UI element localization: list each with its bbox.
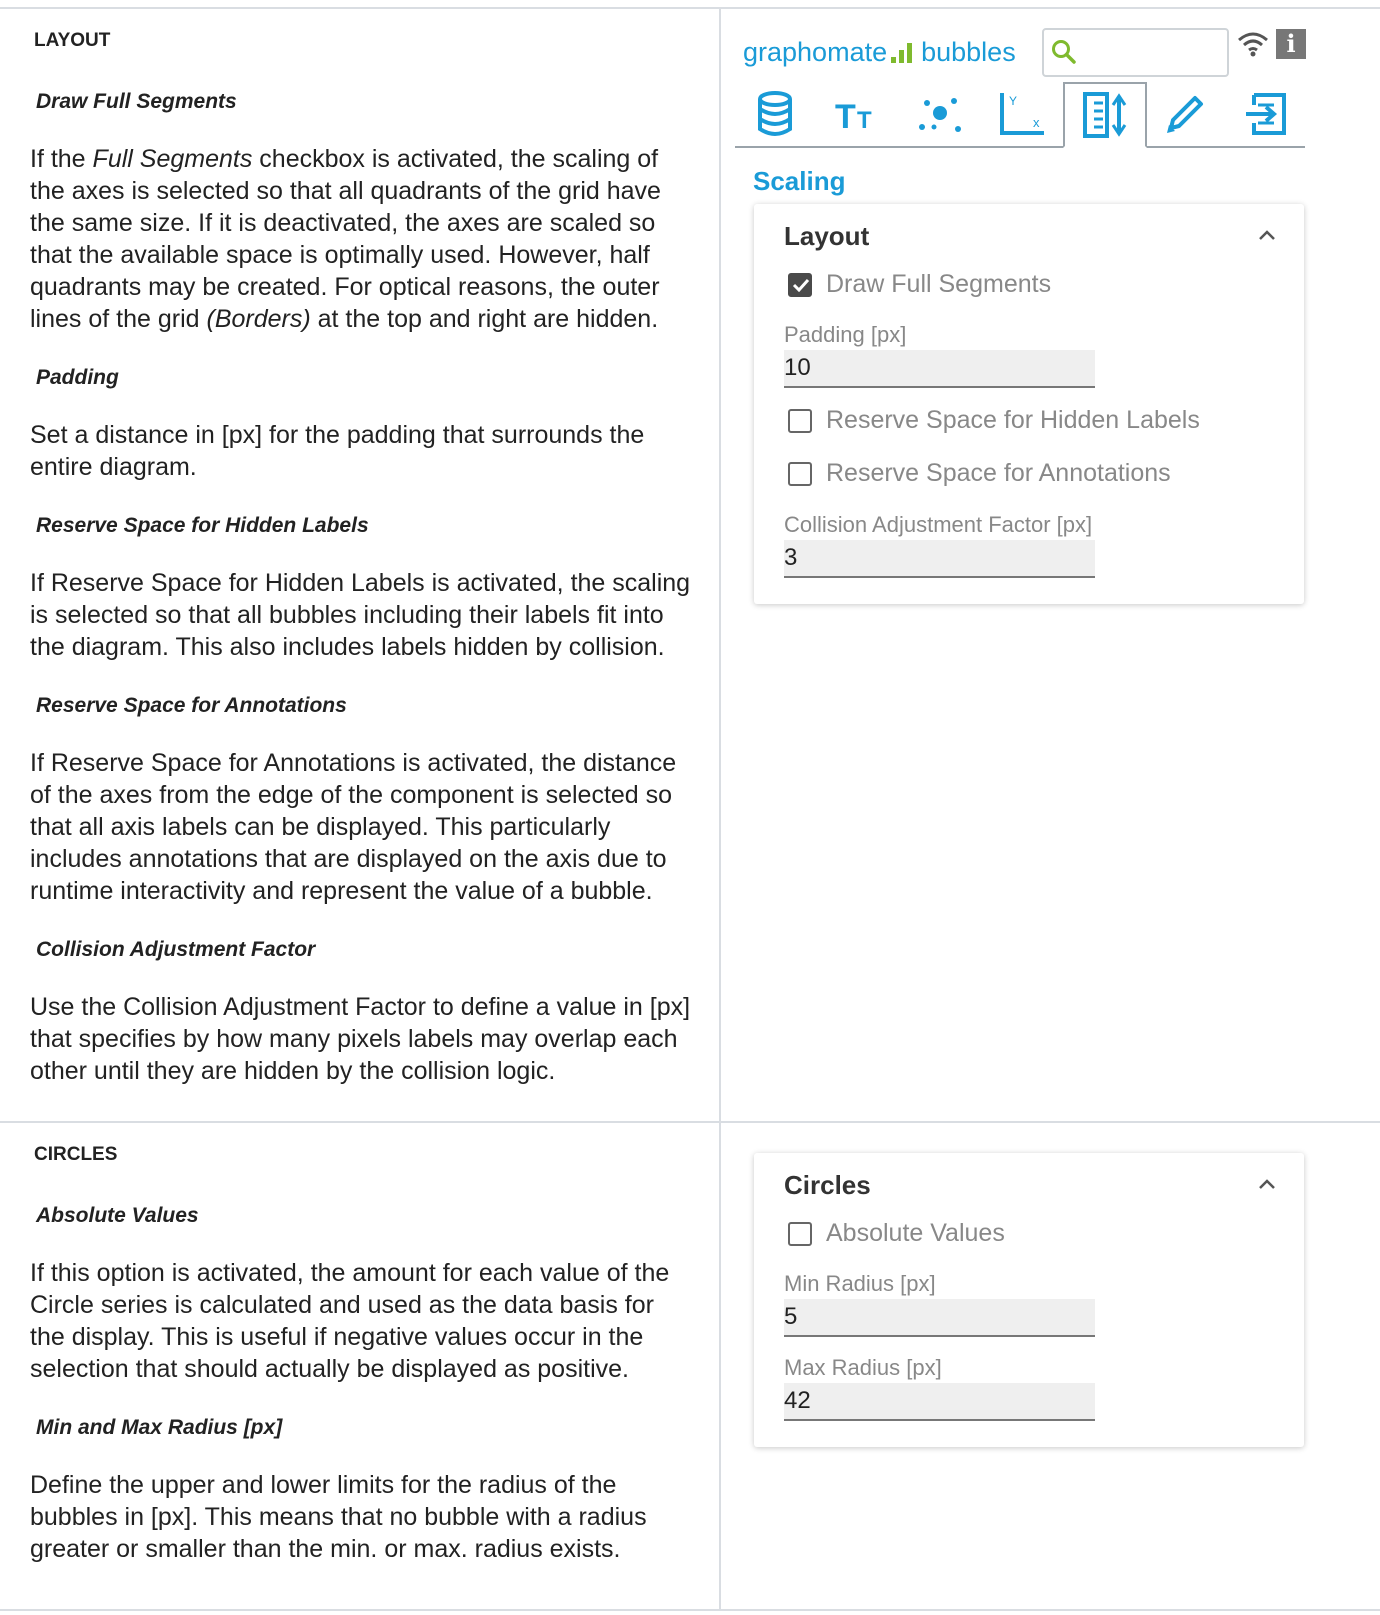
body-text: If the [30,145,93,173]
circles-text-content: CIRCLES Absolute Values If this option is… [0,1123,719,1577]
tab-export[interactable] [1227,84,1307,144]
absolute-values-checkbox[interactable]: Absolute Values [788,1219,1005,1248]
body-text: at the top and right are hidden. [310,305,659,333]
layout-text-content: LAYOUT Draw Full Segments If the Full Seg… [0,9,719,1099]
data-icon [758,91,792,136]
documentation-table: LAYOUT Draw Full Segments If the Full Seg… [0,7,1380,1611]
body-text: Define the upper and lower limits for th… [30,1471,647,1563]
wifi-icon[interactable] [1237,31,1269,57]
panel-toolbar: graphomate bubbles i T T Y x [721,9,1380,149]
circles-panel-cell: Circles Absolute Values Min Radius [px] … [719,1121,1380,1611]
tab-bar: TT Yx [735,82,1307,148]
layout-card: Layout Draw Full Segments Padding [px] 1… [754,204,1304,604]
max-radius-input[interactable]: 42 [784,1383,1095,1421]
svg-text:T: T [857,107,872,134]
max-radius-label: Max Radius [px] [784,1355,942,1380]
option-description: Define the upper and lower limits for th… [30,1469,695,1565]
checkbox-unchecked[interactable] [788,462,812,486]
body-text: Set a distance in [px] for the padding t… [30,421,645,481]
layout-panel-cell: graphomate bubbles i T T Y x Scaling Lay… [719,7,1380,1123]
option-title: Collision Adjustment Factor [36,938,316,961]
option-description: If this option is activated, the amount … [30,1257,695,1385]
reserve-hidden-labels-checkbox[interactable]: Reserve Space for Hidden Labels [788,406,1200,435]
option-title: Padding [36,366,119,389]
emphasis-text: Full Segments [92,145,253,173]
svg-text:T: T [835,98,856,134]
min-radius-label: Min Radius [px] [784,1271,936,1296]
pencil-icon [1167,96,1203,133]
brand-logo: graphomate bubbles [743,37,1016,68]
checkbox-unchecked[interactable] [788,1222,812,1246]
tab-axes[interactable]: Yx [981,84,1061,144]
option-description: If Reserve Space for Annotations is acti… [30,747,695,907]
bars-logo-icon [891,43,917,63]
option-title: Min and Max Radius [px] [36,1416,283,1439]
tab-bubbles[interactable] [899,84,979,144]
section-title-layout: LAYOUT [34,30,111,51]
layout-row: LAYOUT Draw Full Segments If the Full Seg… [0,7,1380,1123]
scaling-title: Scaling [753,166,846,196]
body-text: If this option is activated, the amount … [30,1259,670,1383]
section-title-circles: CIRCLES [34,1144,118,1165]
brand-product: bubbles [921,37,1016,67]
info-icon[interactable]: i [1276,29,1306,59]
bubbles-icon [919,98,961,132]
chevron-up-icon[interactable] [1258,229,1276,241]
padding-input[interactable]: 10 [784,350,1095,388]
layout-card-title: Layout [784,221,870,251]
option-description: Use the Collision Adjustment Factor to d… [30,991,695,1087]
circles-card-title: Circles [784,1170,871,1200]
tab-scaling[interactable] [1063,82,1147,148]
collision-label: Collision Adjustment Factor [px] [784,512,1093,537]
export-icon [1246,93,1286,135]
svg-text:Y: Y [1009,94,1017,108]
reserve-annotations-checkbox[interactable]: Reserve Space for Annotations [788,459,1171,488]
panel-area: graphomate bubbles i T T Y x Scaling Lay… [721,9,1380,1121]
option-description: If the Full Segments checkbox is activat… [30,143,695,335]
min-radius-input[interactable]: 5 [784,1299,1095,1337]
reserve-hidden-labels-label: Reserve Space for Hidden Labels [826,406,1200,434]
svg-text:x: x [1033,115,1040,130]
search-input[interactable] [1042,28,1229,77]
padding-label: Padding [px] [784,322,907,347]
body-text: If Reserve Space for Hidden Labels is ac… [30,569,691,661]
option-description: Set a distance in [px] for the padding t… [30,419,695,483]
body-text: If Reserve Space for Annotations is acti… [30,749,677,905]
text-format-icon: TT [835,98,872,134]
chevron-up-icon[interactable] [1258,1178,1276,1190]
search-icon [1052,40,1076,64]
checkbox-unchecked[interactable] [788,409,812,433]
scaling-icon [1083,92,1127,138]
option-description: If Reserve Space for Hidden Labels is ac… [30,567,695,663]
draw-full-segments-checkbox[interactable]: Draw Full Segments [788,270,1051,299]
circles-text-cell: CIRCLES Absolute Values If this option is… [0,1121,721,1611]
brand-name: graphomate [743,37,888,67]
tab-data[interactable] [735,84,815,144]
circles-card: Circles Absolute Values Min Radius [px] … [754,1153,1304,1447]
absolute-values-label: Absolute Values [826,1219,1005,1247]
option-title: Draw Full Segments [36,90,237,113]
option-title: Absolute Values [36,1204,199,1227]
body-text: Use the Collision Adjustment Factor to d… [30,993,691,1085]
axes-icon: Yx [1000,93,1044,135]
reserve-annotations-label: Reserve Space for Annotations [826,459,1171,487]
layout-text-cell: LAYOUT Draw Full Segments If the Full Seg… [0,7,721,1123]
checkbox-checked[interactable] [788,273,812,297]
circles-panel-area: Circles Absolute Values Min Radius [px] … [721,1123,1380,1609]
draw-full-segments-label: Draw Full Segments [826,270,1052,298]
check-icon [792,278,810,292]
emphasis-text: (Borders) [206,305,311,333]
option-title: Reserve Space for Annotations [36,694,347,717]
tab-text-format[interactable]: TT [817,84,897,144]
tab-pencil[interactable] [1145,84,1225,144]
collision-input[interactable]: 3 [784,540,1095,578]
circles-row: CIRCLES Absolute Values If this option is… [0,1121,1380,1611]
option-title: Reserve Space for Hidden Labels [36,514,369,537]
